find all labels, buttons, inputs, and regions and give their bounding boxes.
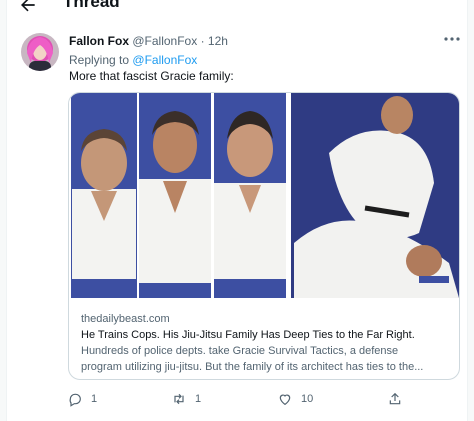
- share-icon: [389, 392, 401, 405]
- reply-count: 1: [91, 393, 98, 405]
- back-button[interactable]: [17, 0, 39, 16]
- card-image: [69, 93, 459, 298]
- reply-icon: [69, 393, 81, 407]
- replying-handle-link[interactable]: @FallonFox: [132, 53, 197, 67]
- replying-prefix: Replying to: [69, 53, 130, 67]
- heart-icon: [279, 394, 291, 406]
- thread-header: Thread: [7, 0, 467, 20]
- page-title: Thread: [63, 0, 120, 11]
- retweet-count: 1: [195, 393, 202, 405]
- tweet-text: More that fascist Gracie family:: [69, 69, 234, 83]
- avatar-image: [21, 33, 59, 71]
- author-name[interactable]: Fallon Fox: [69, 34, 129, 48]
- retweet-icon: [174, 393, 184, 405]
- separator-dot: ·: [200, 34, 205, 48]
- tweet-frame: Thread Fallon Fox @FallonFox · 12h Reply…: [6, 0, 468, 421]
- card-meta: thedailybeast.com He Trains Cops. His Ji…: [81, 311, 453, 375]
- tweet-time[interactable]: 12h: [208, 34, 228, 48]
- arrow-left-icon: [21, 0, 35, 12]
- card-domain: thedailybeast.com: [81, 313, 170, 325]
- avatar[interactable]: [21, 33, 59, 71]
- card-description-line-2: program utilizing jiu-jitsu. But the fam…: [81, 361, 424, 373]
- card-title: He Trains Cops. His Jiu-Jitsu Family Has…: [81, 329, 415, 341]
- card-description-line-1: Hundreds of police depts. take Gracie Su…: [81, 345, 399, 357]
- like-button[interactable]: 10: [277, 391, 313, 407]
- card-description: Hundreds of police depts. take Gracie Su…: [81, 343, 453, 375]
- tweet-header: Fallon Fox @FallonFox · 12h: [69, 34, 228, 48]
- more-horizontal-icon: [444, 37, 460, 41]
- like-count: 10: [301, 393, 314, 405]
- retweet-button[interactable]: 1: [171, 391, 201, 407]
- reply-button[interactable]: 1: [67, 391, 97, 407]
- link-card[interactable]: thedailybeast.com He Trains Cops. His Ji…: [68, 92, 460, 380]
- author-handle[interactable]: @FallonFox: [132, 34, 197, 48]
- tweet-actions: 1 1 10: [67, 391, 407, 411]
- more-button[interactable]: [441, 30, 463, 48]
- share-button[interactable]: [387, 391, 403, 407]
- replying-to: Replying to @FallonFox: [69, 53, 197, 67]
